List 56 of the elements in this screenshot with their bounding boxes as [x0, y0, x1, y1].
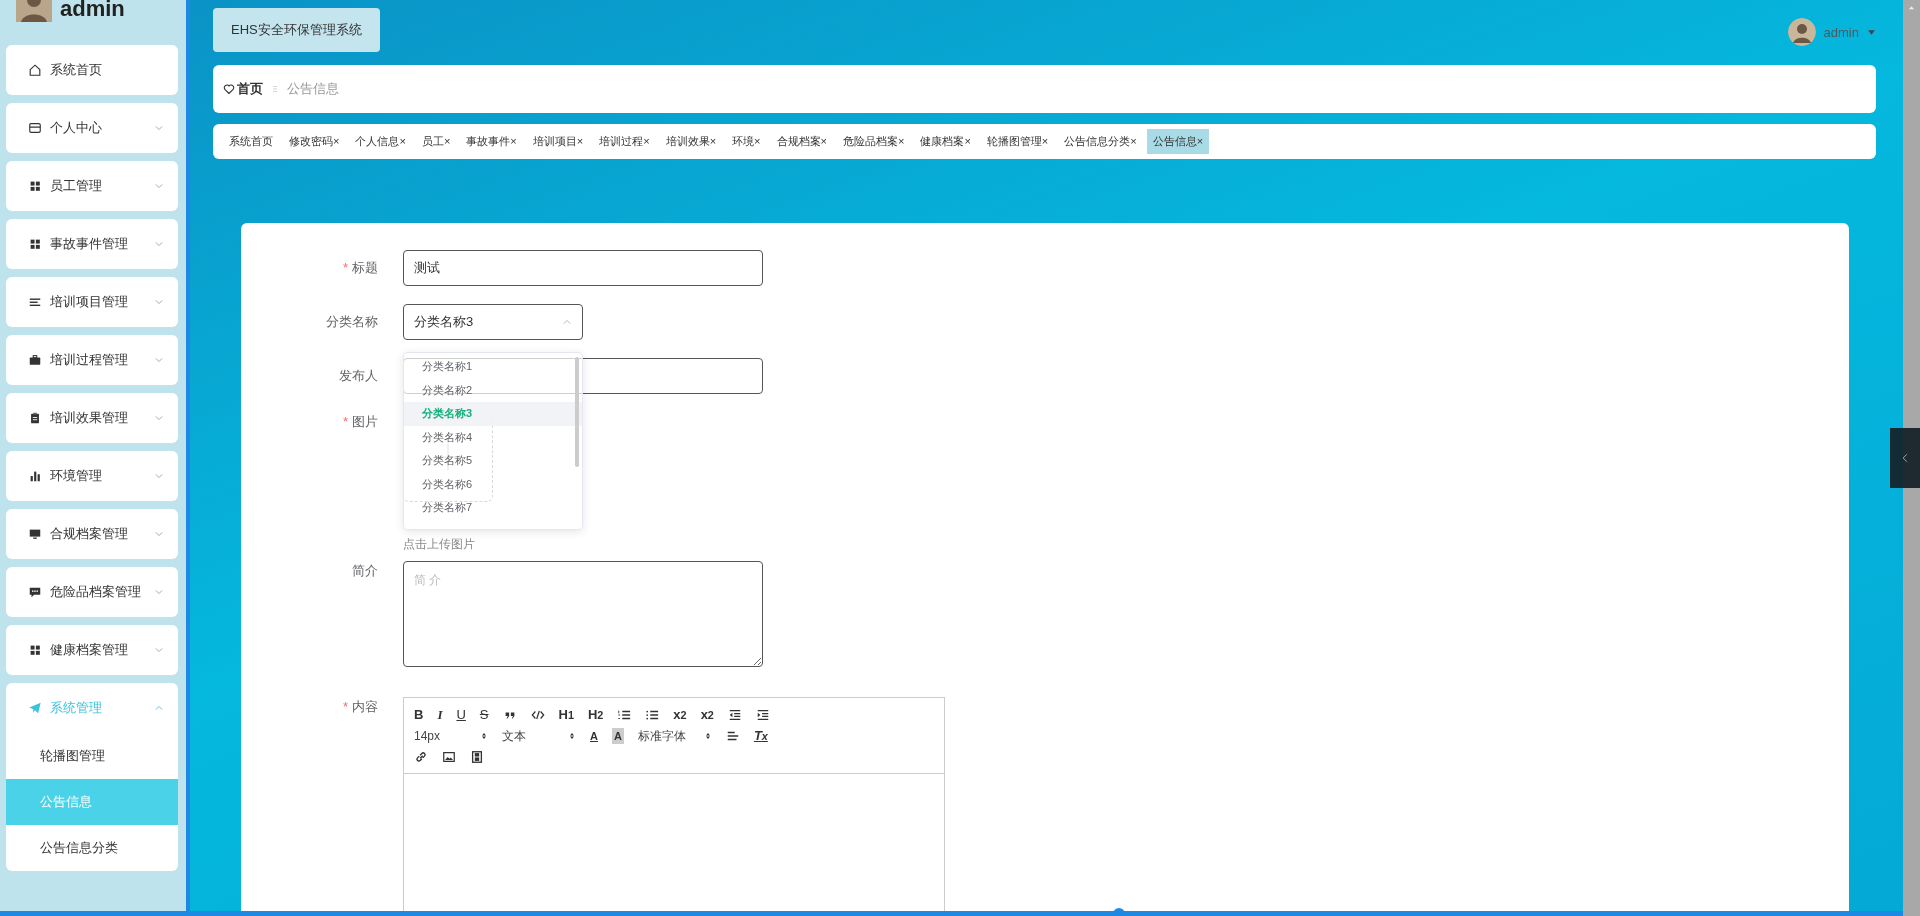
field-label: * 内容 [341, 698, 378, 716]
dropdown-option[interactable]: 分类名称6 [404, 472, 582, 496]
tab[interactable]: 培训项目× [526, 129, 590, 154]
menu-item[interactable]: 员工管理 [6, 161, 178, 211]
menu-item[interactable]: 事故事件管理 [6, 219, 178, 269]
dropdown-option[interactable]: 分类名称5 [404, 449, 582, 473]
dropdown-option[interactable]: 分类名称1 [404, 355, 582, 379]
text-area[interactable]: 简 介 [403, 561, 763, 667]
highlight-button[interactable]: A [611, 727, 624, 744]
color-button[interactable]: A [590, 727, 598, 744]
toolbar-select[interactable]: 标准字体 [637, 727, 712, 744]
tab[interactable]: 健康档案× [914, 129, 977, 154]
text-field[interactable]: 测试 [403, 250, 763, 286]
field-label: 简介 [351, 562, 378, 580]
menu-item[interactable]: 培训效果管理 [6, 393, 178, 443]
dropdown-option[interactable]: 分类名称7 [404, 496, 582, 520]
menu-item[interactable]: 个人中心 [6, 103, 178, 153]
tab[interactable]: 公告信息× [1146, 129, 1210, 154]
dropdown-option[interactable]: 分类名称2 [404, 378, 582, 402]
tab[interactable]: 事故事件× [460, 129, 523, 154]
tab[interactable]: 系统首页 [223, 129, 279, 154]
submenu-item[interactable]: 轮播图管理 [6, 733, 178, 779]
menu-item[interactable]: 培训项目管理 [6, 277, 178, 327]
user-name: admin [60, 0, 125, 20]
menu-item[interactable]: 危险品档案管理 [6, 567, 178, 617]
tab[interactable]: 培训过程× [593, 129, 656, 154]
tab[interactable]: 培训效果× [659, 129, 723, 154]
toolbar-select[interactable]: 14px [414, 727, 488, 744]
menu-item[interactable]: 培训过程管理 [6, 335, 178, 385]
field-label: * 标题 [341, 259, 378, 277]
tab[interactable]: 环境× [726, 129, 767, 154]
select-field[interactable]: 分类名称3 [403, 304, 583, 340]
tab[interactable]: 轮播图管理× [980, 129, 1055, 154]
menu-item[interactable]: 健康档案管理 [6, 625, 178, 675]
tab[interactable]: 修改密码× [283, 129, 346, 154]
menu-item[interactable]: 环境管理 [6, 451, 178, 501]
tab[interactable]: 危险品档案× [836, 129, 911, 154]
tab[interactable]: 合规档案× [770, 129, 833, 154]
underline-button[interactable]: U [456, 706, 466, 723]
app-title[interactable]: EHS安全环保管理系统 [213, 8, 380, 52]
submenu-item[interactable]: 公告信息分类 [6, 825, 178, 871]
tab[interactable]: 公告信息分类× [1058, 129, 1143, 154]
tab[interactable]: 个人信息× [349, 129, 412, 154]
dropdown-option[interactable]: 分类名称4 [404, 425, 582, 449]
italic-button[interactable]: I [437, 706, 443, 723]
field-label: 分类名称 [325, 313, 378, 331]
menu-item[interactable]: 系统首页 [6, 45, 178, 95]
upload-hint: 点击上传图片 [403, 536, 476, 553]
breadcrumb-link[interactable]: 首页 [223, 80, 263, 98]
bold-button[interactable]: B [414, 706, 424, 723]
field-label: 发布人 [338, 367, 378, 385]
menu-item[interactable]: 合规档案管理 [6, 509, 178, 559]
tab[interactable]: 员工× [415, 129, 457, 154]
toolbar-select[interactable]: 文本 [502, 727, 576, 744]
strike-button[interactable]: S [479, 706, 489, 723]
field-label: * 图片 [341, 413, 378, 431]
